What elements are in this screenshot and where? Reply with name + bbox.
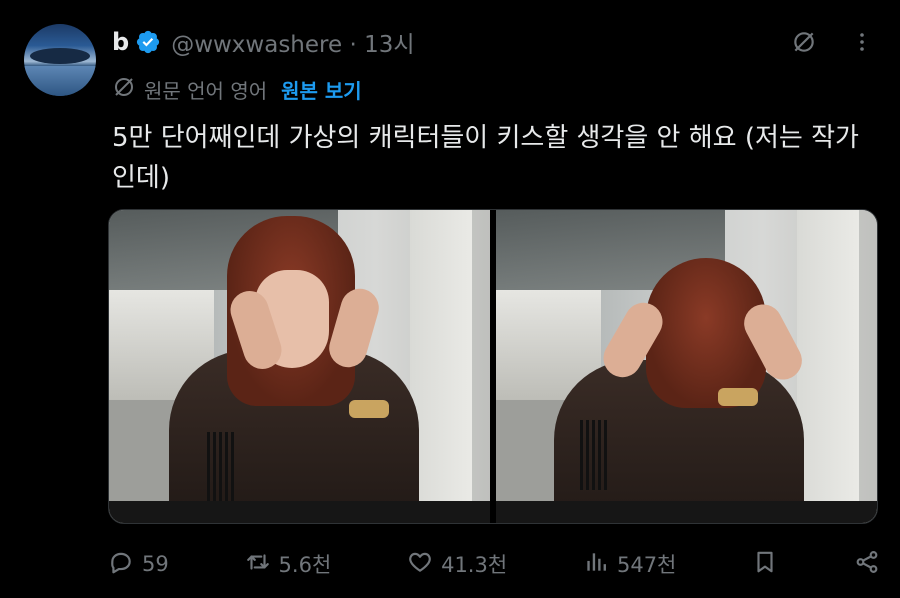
reply-button[interactable]: 59 (108, 549, 169, 580)
photo-2[interactable] (496, 210, 877, 523)
photo-1[interactable] (109, 210, 490, 523)
action-bar: 59 5.6천 41.3천 547천 (108, 544, 880, 584)
views-button[interactable]: 547천 (583, 549, 676, 580)
more-icon[interactable] (848, 28, 876, 56)
display-name[interactable]: b (112, 28, 129, 56)
handle-text: @wwxwashere (171, 32, 343, 58)
tweet-header: b @wwxwashere · 13시 (112, 26, 415, 58)
translation-label: 원문 언어 영어 (144, 78, 268, 103)
separator: · (349, 32, 357, 58)
avatar-cloud (30, 48, 90, 64)
bookmark-button[interactable] (752, 549, 778, 580)
avatar[interactable] (24, 24, 96, 96)
repost-icon (245, 549, 271, 580)
top-actions (790, 28, 876, 56)
bookmark-icon (752, 549, 778, 580)
hide-translation-icon[interactable] (790, 28, 818, 56)
tweet-media[interactable] (108, 209, 878, 524)
like-count: 41.3천 (441, 553, 508, 577)
share-icon (854, 549, 880, 580)
handle[interactable]: @wwxwashere · 13시 (171, 25, 414, 59)
avatar-sea (24, 66, 96, 96)
like-icon (407, 549, 433, 580)
like-button[interactable]: 41.3천 (407, 549, 507, 580)
verified-badge-icon (135, 29, 161, 55)
reply-icon (108, 549, 134, 580)
views-count: 547천 (616, 553, 677, 577)
views-icon (583, 549, 609, 580)
timestamp[interactable]: 13시 (364, 32, 414, 58)
translation-row: 원문 언어 영어 원본 보기 (112, 74, 362, 104)
translate-icon (112, 75, 136, 104)
repost-count: 5.6천 (278, 553, 332, 577)
reply-count: 59 (142, 552, 169, 576)
repost-button[interactable]: 5.6천 (245, 549, 332, 580)
share-button[interactable] (854, 549, 880, 580)
tweet-text: 5만 단어째인데 가상의 캐릭터들이 키스할 생각을 안 해요 (저는 작가인데… (112, 123, 859, 193)
show-original-link[interactable]: 원본 보기 (281, 75, 362, 104)
